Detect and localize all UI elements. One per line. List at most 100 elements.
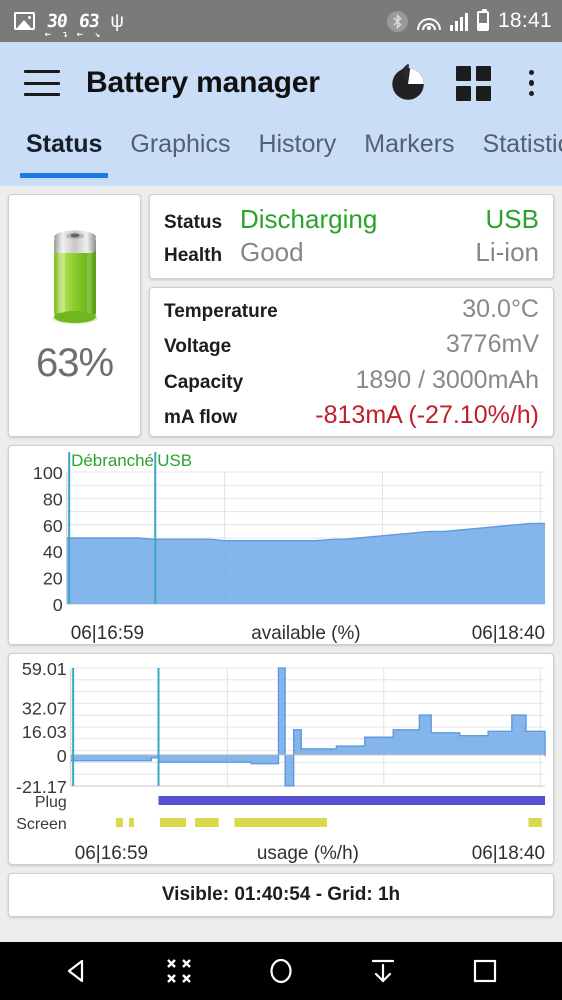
battery-technology: Li-ion	[475, 237, 539, 267]
x-axis-end-label: 06|18:40	[472, 623, 545, 644]
marker-row-label: Plug	[35, 794, 67, 811]
cellular-signal-icon	[449, 12, 468, 31]
tab-graphics[interactable]: Graphics	[116, 124, 244, 186]
home-button[interactable]	[253, 951, 309, 991]
chart-annotation-label: USB	[157, 451, 192, 470]
ma-flow-label: mA flow	[164, 406, 238, 428]
collapse-icon	[167, 959, 191, 983]
chart-annotation-label: Débranché	[71, 451, 154, 470]
app-bar-actions	[386, 62, 545, 104]
marker-band	[234, 818, 327, 827]
gallery-icon	[14, 12, 35, 30]
capacity-value: 1890 / 3000mAh	[355, 365, 539, 394]
download-tick-icon-2: ↘	[94, 29, 99, 40]
x-axis-title: available (%)	[251, 623, 360, 644]
pie-chart-glyph	[391, 64, 424, 100]
x-axis-title: usage (%/h)	[257, 843, 359, 864]
summary-row: 63% Status Discharging USB Health Good L…	[8, 194, 554, 437]
capacity-label: Capacity	[164, 371, 244, 393]
temperature-value: 30.0°C	[462, 295, 539, 323]
android-nav-bar	[0, 942, 562, 1000]
marker-row-label: Screen	[16, 816, 67, 833]
status-value: Discharging	[240, 204, 378, 234]
y-tick-label: 0	[57, 746, 67, 766]
battery-icon	[51, 230, 98, 324]
download-button[interactable]	[355, 951, 411, 991]
recents-icon	[473, 959, 497, 983]
status-bar-left-icons: 30 ← ↴ 63 ← ↘ ψ	[14, 10, 387, 40]
collapse-button[interactable]	[151, 951, 207, 991]
recents-button[interactable]	[457, 951, 513, 991]
download-arrow-icon-2: ←	[76, 28, 83, 40]
y-tick-label: 60	[43, 516, 63, 536]
home-icon	[270, 958, 292, 984]
tab-status[interactable]: Status	[12, 124, 116, 186]
status-card: Status Discharging USB Health Good Li-io…	[149, 194, 554, 279]
wifi-icon	[416, 12, 441, 30]
status-power-source: USB	[485, 204, 539, 234]
marker-band	[158, 796, 546, 805]
pie-chart-icon[interactable]	[386, 62, 428, 104]
android-status-bar: 30 ← ↴ 63 ← ↘ ψ 18:41	[0, 0, 562, 42]
available-chart[interactable]: 0 20 40 60 80 100 Débranché USB 06|16:59 availabl…	[9, 446, 553, 644]
ma-flow-value: -813mA (-27.10%/h)	[315, 400, 539, 429]
page-title: Battery manager	[86, 66, 320, 99]
download-arrow-icon: ←	[44, 28, 51, 40]
status-bar-right-icons: 18:41	[386, 9, 552, 33]
health-value: Good	[240, 237, 304, 267]
x-axis-start-label: 06|16:59	[75, 843, 148, 864]
status-tab-content: 63% Status Discharging USB Health Good L…	[0, 186, 562, 944]
tab-markers[interactable]: Markers	[350, 124, 468, 186]
y-tick-label: 100	[33, 463, 63, 483]
marker-band	[129, 818, 134, 827]
y-tick-label: 59.01	[22, 659, 67, 679]
status-label: Status	[164, 212, 223, 233]
battery-percent-label: 63%	[35, 341, 114, 385]
usage-chart-card[interactable]: 59.01 32.07 16.03 0 -21.17 Plug Screen 06|16:59…	[8, 653, 554, 865]
voltage-value: 3776mV	[445, 330, 539, 359]
ma-flow-row: mA flow -813mA (-27.10%/h)	[164, 401, 539, 430]
y-tick-label: 16.03	[22, 722, 67, 742]
usb-icon: ψ	[110, 10, 124, 32]
x-axis-start-label: 06|16:59	[71, 623, 144, 644]
overflow-menu-icon[interactable]	[519, 69, 545, 97]
voltage-label: Voltage	[164, 336, 232, 358]
y-tick-label: 0	[53, 595, 63, 615]
bluetooth-glyph	[393, 13, 402, 29]
y-tick-label: 20	[43, 569, 63, 589]
usage-chart[interactable]: 59.0132.0716.030-21.17PlugScreen06|16:59…	[9, 654, 553, 864]
download-30-icon: 30 ← ↴	[45, 11, 68, 40]
available-chart-card[interactable]: 0 20 40 60 80 100 Débranché USB 06|16:59 availabl…	[8, 445, 554, 645]
marker-band	[528, 818, 542, 827]
marker-band	[159, 818, 187, 827]
marker-band	[195, 818, 219, 827]
back-button[interactable]	[49, 951, 105, 991]
tab-bar: Status Graphics History Markers Statisti…	[0, 124, 562, 186]
status-details-column: Status Discharging USB Health Good Li-io…	[149, 194, 554, 437]
capacity-row: Capacity 1890 / 3000mAh	[164, 366, 539, 395]
app-bar: Battery manager	[0, 42, 562, 124]
battery-level-card: 63%	[8, 194, 141, 437]
visible-range-label: Visible: 01:40:54 - Grid: 1h	[161, 884, 401, 905]
temperature-row: Temperature 30.0°C	[164, 295, 539, 324]
y-tick-label: 80	[43, 489, 63, 509]
status-row: Status Discharging USB	[164, 204, 539, 235]
y-tick-label: 40	[43, 542, 63, 562]
health-label: Health	[164, 245, 223, 266]
battery-status-icon	[476, 9, 489, 31]
tab-history[interactable]: History	[244, 124, 350, 186]
grid-view-icon[interactable]	[455, 65, 491, 101]
app-root: 30 ← ↴ 63 ← ↘ ψ 18:41 Battery manager St…	[0, 0, 562, 1000]
back-icon	[67, 959, 84, 983]
voltage-row: Voltage 3776mV	[164, 330, 539, 359]
status-bar-clock: 18:41	[497, 9, 552, 32]
y-tick-label: 32.07	[22, 699, 67, 719]
visible-range-bar[interactable]: Visible: 01:40:54 - Grid: 1h	[8, 873, 554, 917]
health-row: Health Good Li-ion	[164, 237, 539, 268]
x-axis-end-label: 06|18:40	[472, 843, 545, 864]
download-icon	[371, 959, 395, 983]
hamburger-icon[interactable]	[24, 70, 60, 96]
metrics-card: Temperature 30.0°C Voltage 3776mV Capaci…	[149, 287, 554, 437]
tab-statistics[interactable]: Statistics	[469, 124, 562, 186]
marker-band	[115, 818, 123, 827]
